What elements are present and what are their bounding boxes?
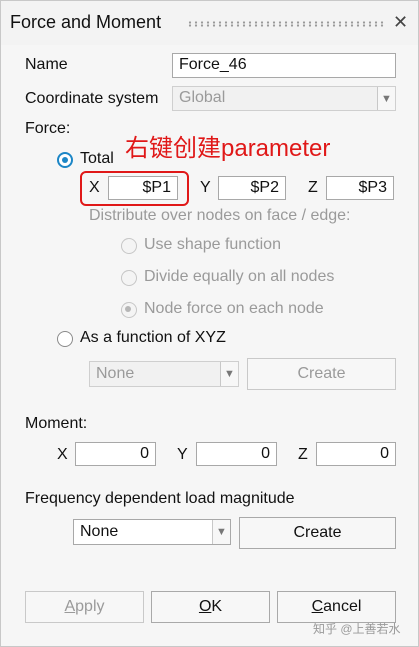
close-icon[interactable]: ✕ [393,12,408,33]
force-and-moment-dialog: Force and Moment ✕ Name Force_46 Coordin… [0,0,419,647]
distribute-label: Distribute over nodes on face / edge: [89,207,351,224]
chevron-down-icon: ▼ [220,362,238,386]
moment-x-input[interactable]: 0 [75,442,156,466]
function-of-xyz-radio[interactable] [57,331,73,347]
ok-button[interactable]: OK [151,591,270,623]
moment-x-label: X [57,446,68,463]
frequency-label: Frequency dependent load magnitude [25,490,295,507]
moment-z-input[interactable]: 0 [316,442,396,466]
use-shape-function-radio[interactable] [121,238,137,254]
force-z-label: Z [308,179,318,196]
apply-label-rest: pply [75,598,105,615]
apply-button[interactable]: Apply [25,591,144,623]
chevron-down-icon: ▼ [212,520,230,544]
name-input[interactable]: Force_46 [172,53,396,78]
frequency-combo-value: None [80,523,119,540]
function-combo: None ▼ [89,361,239,387]
watermark-text: 知乎 @上善若水 [313,622,401,636]
drag-grip-icon[interactable] [187,21,385,27]
coordinate-system-combo: Global ▼ [172,86,396,111]
force-label: Force: [25,120,71,137]
ok-mnemonic: O [198,598,212,615]
annotation-text: 右键创建parameter [125,135,331,162]
title-bar[interactable]: Force and Moment ✕ [1,1,418,45]
frequency-combo[interactable]: None ▼ [73,519,231,545]
coordinate-system-value: Global [179,89,226,106]
moment-y-input[interactable]: 0 [196,442,277,466]
ok-label-rest: K [211,598,223,615]
moment-label: Moment: [25,415,88,432]
force-y-input[interactable]: $P2 [218,176,286,200]
node-force-each-node-label: Node force on each node [144,300,324,317]
chevron-down-icon: ▼ [377,87,395,110]
function-of-xyz-label: As a function of XYZ [80,329,226,346]
force-x-input[interactable]: $P1 [108,176,178,200]
name-label: Name [25,56,68,73]
force-y-label: Y [200,179,211,196]
force-z-input[interactable]: $P3 [326,176,394,200]
divide-equally-label: Divide equally on all nodes [144,268,335,285]
function-combo-value: None [96,365,135,382]
function-create-button[interactable]: Create [247,358,396,390]
cancel-label-rest: ancel [323,598,362,615]
divide-equally-radio[interactable] [121,270,137,286]
apply-mnemonic: A [64,598,76,615]
moment-z-label: Z [298,446,308,463]
total-label: Total [80,150,114,167]
cancel-button[interactable]: Cancel [277,591,396,623]
total-radio[interactable] [57,152,73,168]
coordinate-system-label: Coordinate system [25,90,159,107]
force-x-label: X [89,179,100,196]
dialog-title: Force and Moment [10,12,162,32]
node-force-each-node-radio[interactable] [121,302,137,318]
moment-y-label: Y [177,446,188,463]
use-shape-function-label: Use shape function [144,236,281,253]
cancel-mnemonic: C [311,598,324,615]
frequency-create-button[interactable]: Create [239,517,396,549]
